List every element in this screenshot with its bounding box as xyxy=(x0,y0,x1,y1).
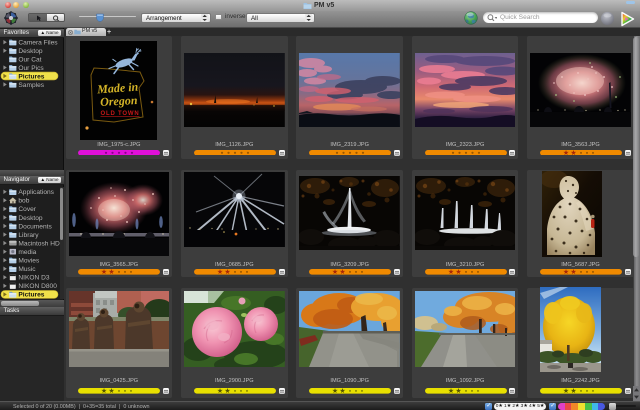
svg-text:NIKON D800: NIKON D800 xyxy=(18,283,57,290)
svg-text:★: ★ xyxy=(447,388,453,394)
svg-text:OLD TOWN: OLD TOWN xyxy=(101,111,140,117)
svg-text:★: ★ xyxy=(101,269,107,275)
svg-text:Pictures: Pictures xyxy=(18,291,44,298)
svg-text:★: ★ xyxy=(109,269,115,275)
svg-text:★: ★ xyxy=(455,388,461,394)
svg-text:media: media xyxy=(18,248,36,255)
svg-text:★: ★ xyxy=(224,388,230,394)
svg-text:Cover: Cover xyxy=(18,206,36,213)
svg-text:Samples: Samples xyxy=(18,81,44,88)
svg-text:★: ★ xyxy=(332,388,338,394)
svg-text:Movies: Movies xyxy=(18,257,40,264)
svg-text:Applications: Applications xyxy=(18,189,54,196)
svg-text:★: ★ xyxy=(217,269,223,275)
svg-text:Library: Library xyxy=(18,231,39,238)
svg-text:Music: Music xyxy=(18,266,36,273)
svg-text:★: ★ xyxy=(570,150,576,156)
svg-text:Macintosh HD: Macintosh HD xyxy=(18,240,60,247)
svg-text:NIKON D3: NIKON D3 xyxy=(18,274,49,281)
svg-text:★: ★ xyxy=(455,269,461,275)
svg-text:★: ★ xyxy=(447,269,453,275)
svg-text:Pictures: Pictures xyxy=(18,73,44,80)
svg-text:★: ★ xyxy=(217,388,223,394)
svg-text:★: ★ xyxy=(339,269,345,275)
svg-text:★: ★ xyxy=(563,150,569,156)
svg-text:★: ★ xyxy=(332,269,338,275)
svg-text:Our Cat: Our Cat xyxy=(18,56,41,63)
svg-text:★: ★ xyxy=(109,388,115,394)
svg-text:★: ★ xyxy=(563,269,569,275)
svg-text:Desktop: Desktop xyxy=(18,47,43,54)
svg-text:Desktop: Desktop xyxy=(18,214,43,221)
svg-text:★: ★ xyxy=(224,269,230,275)
svg-text:bob: bob xyxy=(18,197,29,204)
svg-text:Camera Files: Camera Files xyxy=(18,39,58,46)
svg-text:Oregon: Oregon xyxy=(100,93,138,109)
svg-text:★: ★ xyxy=(101,388,107,394)
svg-text:Documents: Documents xyxy=(18,223,52,230)
svg-text:★: ★ xyxy=(570,388,576,394)
svg-text:★: ★ xyxy=(570,269,576,275)
svg-text:Our Pics: Our Pics xyxy=(18,64,44,71)
svg-text:★: ★ xyxy=(339,388,345,394)
svg-text:★: ★ xyxy=(563,388,569,394)
